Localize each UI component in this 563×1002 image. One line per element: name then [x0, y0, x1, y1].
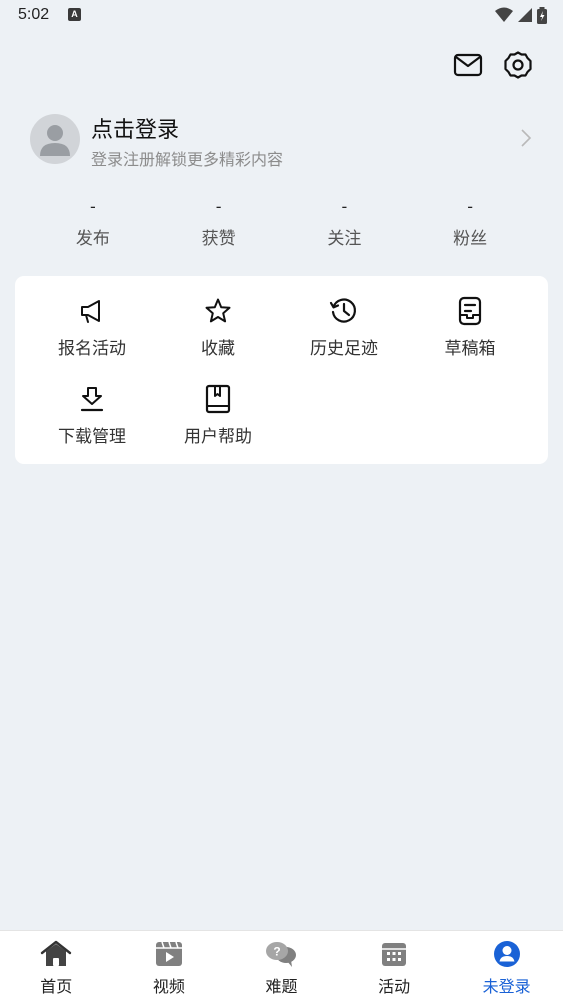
stat-value: - [215, 197, 222, 216]
stat-followers[interactable]: - 粉丝 [407, 196, 533, 256]
star-icon [205, 298, 231, 323]
status-indicators [495, 6, 547, 24]
nav-label: 活动 [378, 977, 411, 996]
stat-label: 粉丝 [453, 229, 488, 249]
stats-row: - 发布 - 获赞 - 关注 - 粉丝 [30, 196, 533, 256]
messages-button[interactable] [451, 48, 485, 82]
menu-label: 下载管理 [58, 427, 126, 447]
stat-following[interactable]: - 关注 [282, 196, 408, 256]
login-subtitle: 登录注册解锁更多精彩内容 [91, 150, 284, 169]
mail-icon [453, 53, 483, 77]
menu-item-favorites[interactable]: 收藏 [155, 294, 281, 382]
download-icon [80, 387, 104, 412]
menu-item-register-activity[interactable]: 报名活动 [29, 294, 155, 382]
nav-label: 难题 [265, 977, 298, 996]
megaphone-icon [81, 300, 100, 323]
video-icon [155, 941, 182, 966]
login-row[interactable]: 点击登录 登录注册解锁更多精彩内容 [30, 110, 540, 170]
battery-icon [537, 6, 547, 24]
stat-label: 发布 [75, 229, 110, 249]
menu-item-help[interactable]: 用户帮助 [155, 382, 281, 470]
chevron-right-icon [521, 129, 532, 147]
home-icon [41, 940, 72, 966]
menu-label: 历史足迹 [310, 339, 378, 359]
feature-grid: 报名活动 收藏 历史足迹 草稿箱 下载管理 用户帮助 [29, 294, 533, 470]
question-icon: ? [266, 942, 297, 967]
feature-card: 报名活动 收藏 历史足迹 草稿箱 下载管理 用户帮助 [15, 276, 548, 464]
menu-label: 草稿箱 [444, 339, 496, 359]
notification-a-icon: A [68, 8, 81, 21]
stat-value: - [341, 197, 348, 216]
stat-value: - [467, 197, 474, 216]
nav-questions[interactable]: ? 难题 [225, 931, 338, 1002]
stat-label: 关注 [327, 229, 362, 249]
bottom-nav: 首页 视频 ? 难题 活动 未登录 [0, 930, 563, 1002]
stat-likes[interactable]: - 获赞 [156, 196, 282, 256]
menu-item-downloads[interactable]: 下载管理 [29, 382, 155, 470]
nav-home[interactable]: 首页 [0, 931, 113, 1002]
drafts-icon [458, 296, 482, 326]
calendar-icon [382, 943, 407, 966]
help-book-icon [205, 384, 231, 414]
status-time: 5:02 [18, 6, 50, 23]
menu-item-history[interactable]: 历史足迹 [281, 294, 407, 382]
menu-label: 报名活动 [58, 339, 126, 359]
nav-label: 视频 [152, 977, 185, 996]
nav-video[interactable]: 视频 [113, 931, 226, 1002]
stat-value: - [89, 197, 96, 216]
svg-text:?: ? [274, 945, 281, 959]
menu-label: 收藏 [201, 339, 235, 359]
stat-posts[interactable]: - 发布 [30, 196, 156, 256]
user-icon [493, 941, 520, 967]
wifi-icon [495, 7, 513, 22]
gear-icon [504, 51, 532, 79]
nav-label: 未登录 [482, 977, 531, 996]
avatar [30, 114, 80, 164]
status-bar: 5:02 A [0, 0, 563, 32]
menu-item-drafts[interactable]: 草稿箱 [407, 294, 533, 382]
default-avatar-icon [40, 125, 70, 156]
signal-icon [518, 8, 532, 22]
nav-profile[interactable]: 未登录 [450, 931, 563, 1002]
nav-label: 首页 [40, 977, 73, 996]
menu-label: 用户帮助 [184, 427, 252, 447]
stat-label: 获赞 [201, 229, 236, 249]
history-icon [329, 298, 356, 323]
login-title: 点击登录 [91, 118, 180, 143]
nav-activities[interactable]: 活动 [338, 931, 451, 1002]
settings-button[interactable] [501, 48, 535, 82]
